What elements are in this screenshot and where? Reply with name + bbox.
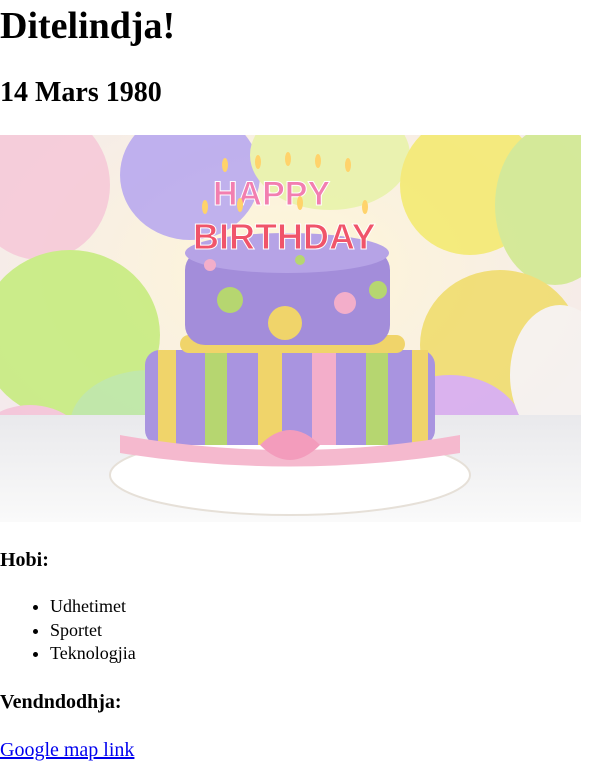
- birth-date: 14 Mars 1980: [0, 77, 162, 108]
- list-item: Teknologjia: [50, 642, 136, 666]
- list-item: Sportet: [50, 619, 136, 643]
- hobbies-list: Udhetimet Sportet Teknologjia: [0, 595, 136, 666]
- birthday-cake-image: HAPPY BIRTHDAY: [0, 135, 581, 522]
- cake-text-birthday: BIRTHDAY: [193, 216, 376, 257]
- google-map-link[interactable]: Google map link: [0, 738, 134, 762]
- page-title: Ditelindja!: [0, 5, 176, 47]
- location-heading: Vendndodhja:: [0, 691, 122, 713]
- hobbies-heading: Hobi:: [0, 549, 49, 571]
- list-item: Udhetimet: [50, 595, 136, 619]
- cake-text-happy: HAPPY: [213, 175, 330, 213]
